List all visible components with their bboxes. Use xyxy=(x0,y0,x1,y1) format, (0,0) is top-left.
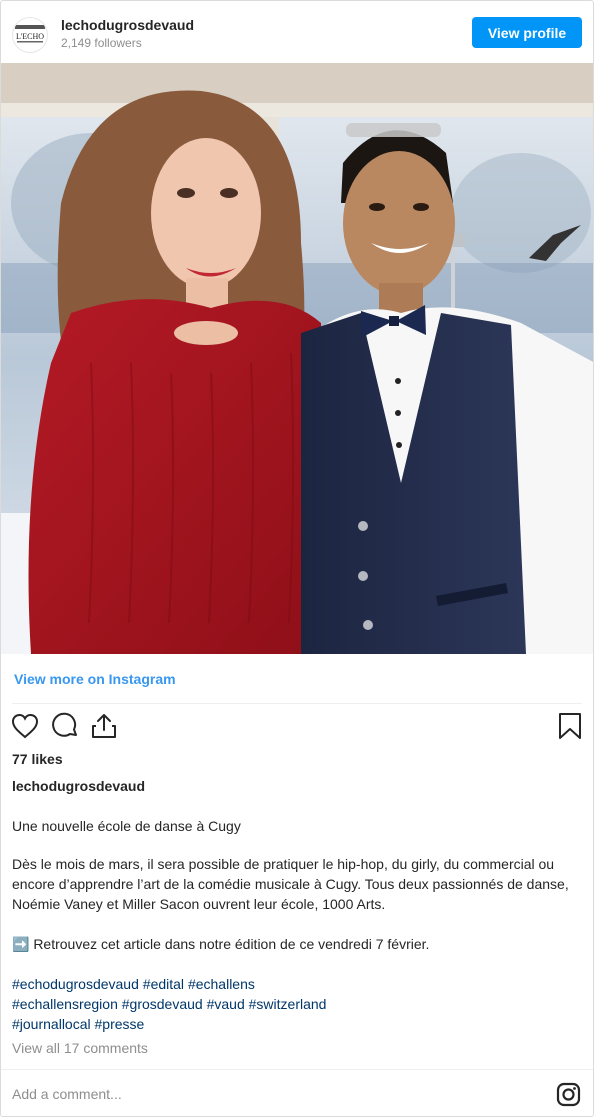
hashtag-list: #echodugrosdevaud #edital #echallens #ec… xyxy=(12,974,582,1034)
view-more-on-instagram-link[interactable]: View more on Instagram xyxy=(14,671,176,687)
bookmark-icon[interactable] xyxy=(555,711,585,741)
avatar[interactable]: L'ECHO xyxy=(12,17,48,53)
hashtag-link[interactable]: #journallocal xyxy=(12,1016,91,1032)
view-all-comments-link[interactable]: View all 17 comments xyxy=(12,1040,148,1056)
hashtag-link[interactable]: #switzerland xyxy=(249,996,327,1012)
add-comment-input[interactable] xyxy=(12,1081,532,1107)
hashtag-link[interactable]: #echodugrosdevaud xyxy=(12,976,139,992)
divider xyxy=(12,703,582,704)
divider xyxy=(1,1069,593,1070)
like-count[interactable]: 77 likes xyxy=(12,751,63,767)
follower-count: 2,149 followers xyxy=(61,36,142,50)
comment-bubble-icon[interactable] xyxy=(50,711,80,741)
newspaper-logo-icon: L'ECHO xyxy=(15,25,45,43)
post-image[interactable] xyxy=(1,63,593,654)
hashtag-link[interactable]: #echallensregion xyxy=(12,996,118,1012)
caption-username[interactable]: lechodugrosdevaud xyxy=(12,778,145,794)
caption-body: Dès le mois de mars, il sera possible de… xyxy=(12,856,569,912)
heart-icon[interactable] xyxy=(10,711,40,741)
hashtag-link[interactable]: #vaud xyxy=(207,996,245,1012)
hashtag-link[interactable]: #echallens xyxy=(188,976,255,992)
view-profile-button[interactable]: View profile xyxy=(472,17,582,48)
post-header: L'ECHO lechodugrosdevaud 2,149 followers… xyxy=(1,1,593,63)
hashtag-link[interactable]: #edital xyxy=(143,976,184,992)
header-username[interactable]: lechodugrosdevaud xyxy=(61,17,194,33)
caption-title: Une nouvelle école de danse à Cugy xyxy=(12,818,241,834)
hashtag-link[interactable]: #grosdevaud xyxy=(122,996,203,1012)
svg-text:L'ECHO: L'ECHO xyxy=(16,32,44,41)
hashtag-link[interactable]: #presse xyxy=(95,1016,145,1032)
instagram-embed-card: L'ECHO lechodugrosdevaud 2,149 followers… xyxy=(0,0,594,1117)
instagram-logo-icon[interactable] xyxy=(556,1082,581,1107)
share-icon[interactable] xyxy=(89,711,119,741)
caption-cta: ➡️ Retrouvez cet article dans notre édit… xyxy=(12,936,430,952)
